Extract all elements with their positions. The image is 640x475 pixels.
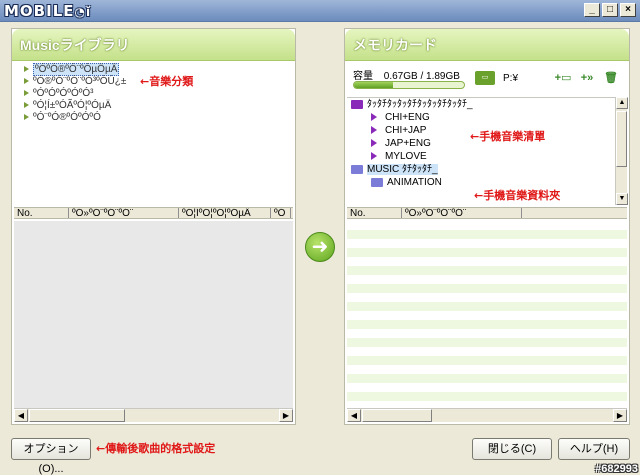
column-extra[interactable]: ºÓ (271, 208, 291, 218)
add-items-icon[interactable]: +» (577, 71, 597, 85)
device-icon (351, 99, 363, 109)
scroll-thumb[interactable] (362, 409, 432, 422)
expand-arrow-icon (24, 78, 29, 85)
scroll-right-icon[interactable]: ▶ (279, 409, 293, 422)
playlist-icon (371, 152, 377, 161)
annotation-music-category: ←音樂分類 (140, 75, 194, 88)
folder-icon (371, 177, 383, 187)
watermark: #682993 (595, 463, 638, 475)
close-button[interactable]: 閉じる(C) (472, 438, 552, 460)
scroll-left-icon[interactable]: ◀ (347, 409, 361, 422)
column-no[interactable]: No. (347, 208, 402, 218)
scroll-thumb[interactable] (29, 409, 125, 422)
device-song-list[interactable] (347, 221, 627, 409)
column-title[interactable]: ºÓ»ºÓ¨ºÓ¨ºÓ¨ (402, 208, 522, 218)
title-bar: MOBILE◔ǐ _ □ × (0, 0, 640, 22)
scroll-up-icon[interactable]: ▲ (616, 97, 628, 109)
drive-label: P:¥ (503, 73, 519, 84)
window-controls: _ □ × (584, 3, 636, 17)
library-song-list[interactable] (14, 221, 293, 409)
music-library-title: Musicライブラリ (12, 29, 295, 61)
library-column-header: No. ºÓ»ºÓ¨ºÓ¨ºÓ¨ ºÓ¦ÍºÓ¦ºÓ¦ºÓµÄ ºÓ (14, 207, 293, 219)
device-root-item[interactable]: ﾀｯﾀﾁﾀｯﾀｯﾀﾁﾀｯﾀｯﾀﾁﾀｯﾀﾁ_ (347, 98, 627, 111)
expand-arrow-icon (24, 114, 29, 121)
tree-item[interactable]: ºÓºÓºÓºÓºÓ³ (14, 88, 293, 100)
playlist-icon (371, 126, 377, 135)
column-no[interactable]: No. (14, 208, 69, 218)
music-folder-item[interactable]: MUSIC ﾀﾁﾀｯﾀﾁ_ (347, 163, 627, 176)
expand-arrow-icon (24, 90, 29, 97)
tree-item[interactable]: ºÓ¨ºÓ®ºÓºÓºÓ (14, 112, 293, 124)
playlist-item[interactable]: MYLOVE (347, 150, 627, 163)
device-horizontal-scrollbar[interactable]: ◀ ▶ (347, 408, 627, 422)
playlist-icon (371, 113, 377, 122)
expand-arrow-icon (24, 66, 29, 73)
options-button[interactable]: オプション(O)... (11, 438, 91, 475)
memory-card-title: メモリカード (345, 29, 629, 61)
toolbar: +▭ +» 🗑 (553, 71, 621, 85)
annotation-phone-music-list: ←手機音樂清單 (470, 130, 546, 143)
device-column-header: No. ºÓ»ºÓ¨ºÓ¨ºÓ¨ (347, 207, 627, 219)
minimize-button[interactable]: _ (584, 3, 600, 17)
add-folder-icon[interactable]: +▭ (553, 71, 573, 85)
device-tree-vertical-scrollbar[interactable]: ▲ ▼ (615, 97, 628, 205)
column-title[interactable]: ºÓ»ºÓ¨ºÓ¨ºÓ¨ (69, 208, 179, 218)
playlist-item[interactable]: CHI+ENG (347, 111, 627, 124)
maximize-button[interactable]: □ (602, 3, 618, 17)
scroll-right-icon[interactable]: ▶ (613, 409, 627, 422)
tree-item[interactable]: ºÓ¦Í±ºÓÃºÓ¦ºÓµÄ (14, 100, 293, 112)
drive-icon[interactable]: ▭ (475, 71, 495, 85)
library-horizontal-scrollbar[interactable]: ◀ ▶ (14, 408, 293, 422)
scroll-down-icon[interactable]: ▼ (616, 193, 628, 205)
capacity-info: 容量 0.67GB / 1.89GB (353, 67, 468, 82)
annotation-phone-music-folder: ←手機音樂資料夾 (474, 189, 561, 202)
capacity-bar-fill (354, 82, 393, 88)
scroll-left-icon[interactable]: ◀ (14, 409, 28, 422)
scroll-thumb[interactable] (616, 111, 627, 167)
column-artist[interactable]: ºÓ¦ÍºÓ¦ºÓ¦ºÓµÄ (179, 208, 271, 218)
help-button[interactable]: ヘルプ(H) (558, 438, 630, 460)
app-logo: MOBILE◔ǐ (4, 2, 92, 20)
close-window-button[interactable]: × (620, 3, 636, 17)
capacity-bar (353, 81, 465, 89)
memory-card-panel: メモリカード 容量 0.67GB / 1.89GB ▭ P:¥ +▭ +» 🗑 … (344, 28, 630, 425)
folder-icon (351, 164, 363, 174)
transfer-arrow-button[interactable]: ➜ (305, 232, 335, 262)
annotation-format-setting: ←傳輸後歌曲的格式設定 (96, 442, 216, 455)
trash-icon[interactable]: 🗑 (601, 71, 621, 85)
expand-arrow-icon (24, 102, 29, 109)
playlist-icon (371, 139, 377, 148)
